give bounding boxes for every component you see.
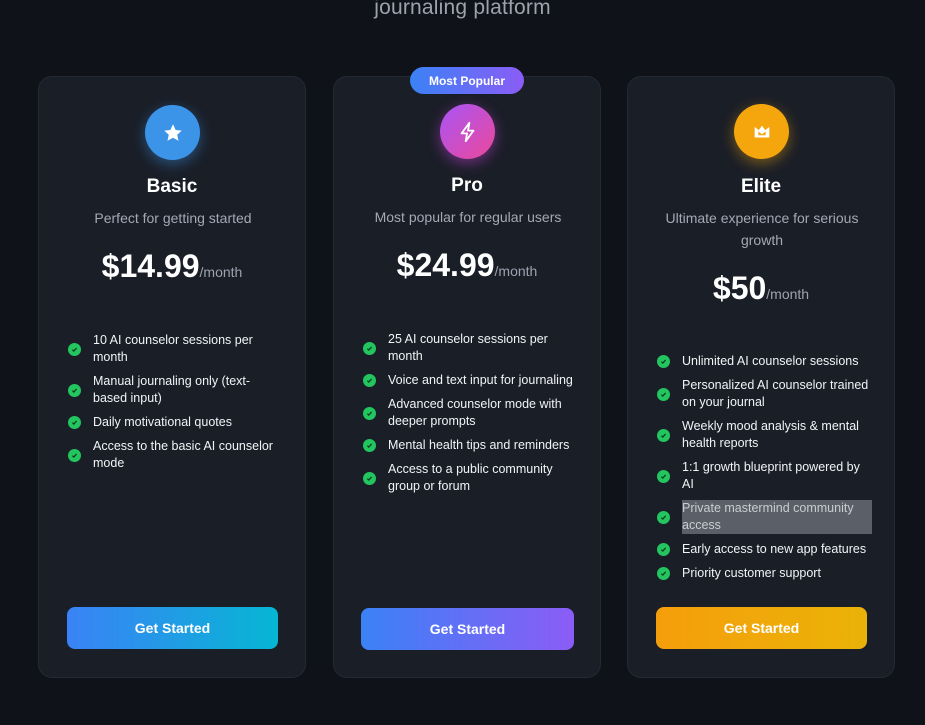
feature-text: Private mastermind community access xyxy=(682,500,872,534)
plan-description: Perfect for getting started xyxy=(94,210,252,226)
star-icon xyxy=(145,105,200,160)
check-icon xyxy=(657,387,670,401)
plan-price: $24.99 xyxy=(396,247,495,283)
feature-text: Weekly mood analysis & mental health rep… xyxy=(682,419,859,450)
feature-item: 1:1 growth blueprint powered by AI xyxy=(657,459,872,493)
check-icon xyxy=(363,406,376,420)
feature-text: Access to a public community group or fo… xyxy=(388,462,553,493)
feature-text: Manual journaling only (text-based input… xyxy=(93,374,251,405)
price-row: $24.99 /month xyxy=(334,247,600,284)
feature-text: Voice and text input for journaling xyxy=(388,373,573,387)
price-row: $50 /month xyxy=(628,270,894,307)
feature-item: Early access to new app features xyxy=(657,541,872,558)
plan-name: Elite xyxy=(740,176,782,197)
feature-text: Early access to new app features xyxy=(682,542,867,556)
feature-item: Weekly mood analysis & mental health rep… xyxy=(657,418,872,452)
feature-text: Daily motivational quotes xyxy=(93,415,232,429)
plan-period: /month xyxy=(766,286,810,302)
feature-text: Access to the basic AI counselor mode xyxy=(93,439,273,470)
feature-item: Priority customer support xyxy=(657,565,872,582)
feature-text: Unlimited AI counselor sessions xyxy=(682,354,859,368)
crown-icon xyxy=(734,104,789,159)
feature-item: Personalized AI counselor trained on you… xyxy=(657,377,872,411)
check-icon xyxy=(657,355,670,368)
check-icon xyxy=(68,383,81,397)
feature-text: Advanced counselor mode with deeper prom… xyxy=(388,397,562,428)
check-icon xyxy=(68,342,81,356)
get-started-button[interactable]: Get Started xyxy=(361,608,574,650)
feature-item: Daily motivational quotes xyxy=(68,414,283,431)
feature-item: Voice and text input for journaling xyxy=(363,372,578,389)
feature-text: 10 AI counselor sessions per month xyxy=(93,333,253,364)
check-icon xyxy=(657,428,670,442)
plan-price: $50 xyxy=(712,270,767,306)
check-icon xyxy=(363,374,376,387)
feature-item: Unlimited AI counselor sessions xyxy=(657,353,872,370)
feature-item: Advanced counselor mode with deeper prom… xyxy=(363,396,578,430)
plan-name: Pro xyxy=(451,175,483,196)
feature-item: Manual journaling only (text-based input… xyxy=(68,373,283,407)
feature-list: 25 AI counselor sessions per month Voice… xyxy=(363,331,578,502)
feature-item: 10 AI counselor sessions per month xyxy=(68,332,283,366)
feature-item: 25 AI counselor sessions per month xyxy=(363,331,578,365)
lightning-icon xyxy=(440,104,495,159)
check-icon xyxy=(657,469,670,483)
check-icon xyxy=(657,543,670,556)
get-started-button[interactable]: Get Started xyxy=(67,607,278,649)
plan-card-basic: Basic Perfect for getting started $14.99… xyxy=(38,76,306,678)
check-icon xyxy=(657,510,670,524)
feature-list: Unlimited AI counselor sessions Personal… xyxy=(657,353,872,589)
feature-text: Mental health tips and reminders xyxy=(388,438,570,452)
plan-card-pro: Most Popular Pro Most popular for regula… xyxy=(333,67,601,678)
feature-text: Personalized AI counselor trained on you… xyxy=(682,378,869,409)
plan-period: /month xyxy=(199,264,243,280)
feature-list: 10 AI counselor sessions per month Manua… xyxy=(68,332,283,479)
plan-name: Basic xyxy=(146,176,198,197)
check-icon xyxy=(657,567,670,580)
feature-text: 25 AI counselor sessions per month xyxy=(388,332,548,363)
check-icon xyxy=(363,439,376,452)
plan-description: Most popular for regular users xyxy=(374,209,562,225)
plan-card-elite: Elite Ultimate experience for serious gr… xyxy=(627,76,895,678)
get-started-button[interactable]: Get Started xyxy=(656,607,867,649)
plan-period: /month xyxy=(494,263,538,279)
check-icon xyxy=(363,341,376,355)
feature-item: Access to the basic AI counselor mode xyxy=(68,438,283,472)
plan-price: $14.99 xyxy=(101,248,200,284)
section-subtitle: journaling platform xyxy=(374,0,551,19)
feature-item: Access to a public community group or fo… xyxy=(363,461,578,495)
check-icon xyxy=(68,448,81,462)
feature-text: Priority customer support xyxy=(682,566,821,580)
feature-text: 1:1 growth blueprint powered by AI xyxy=(682,460,860,491)
price-row: $14.99 /month xyxy=(39,248,305,285)
feature-item: Private mastermind community access xyxy=(657,500,872,534)
feature-item: Mental health tips and reminders xyxy=(363,437,578,454)
plan-description: Ultimate experience for serious growth xyxy=(665,210,859,248)
check-icon xyxy=(68,416,81,429)
most-popular-badge: Most Popular xyxy=(410,67,524,94)
check-icon xyxy=(363,471,376,485)
